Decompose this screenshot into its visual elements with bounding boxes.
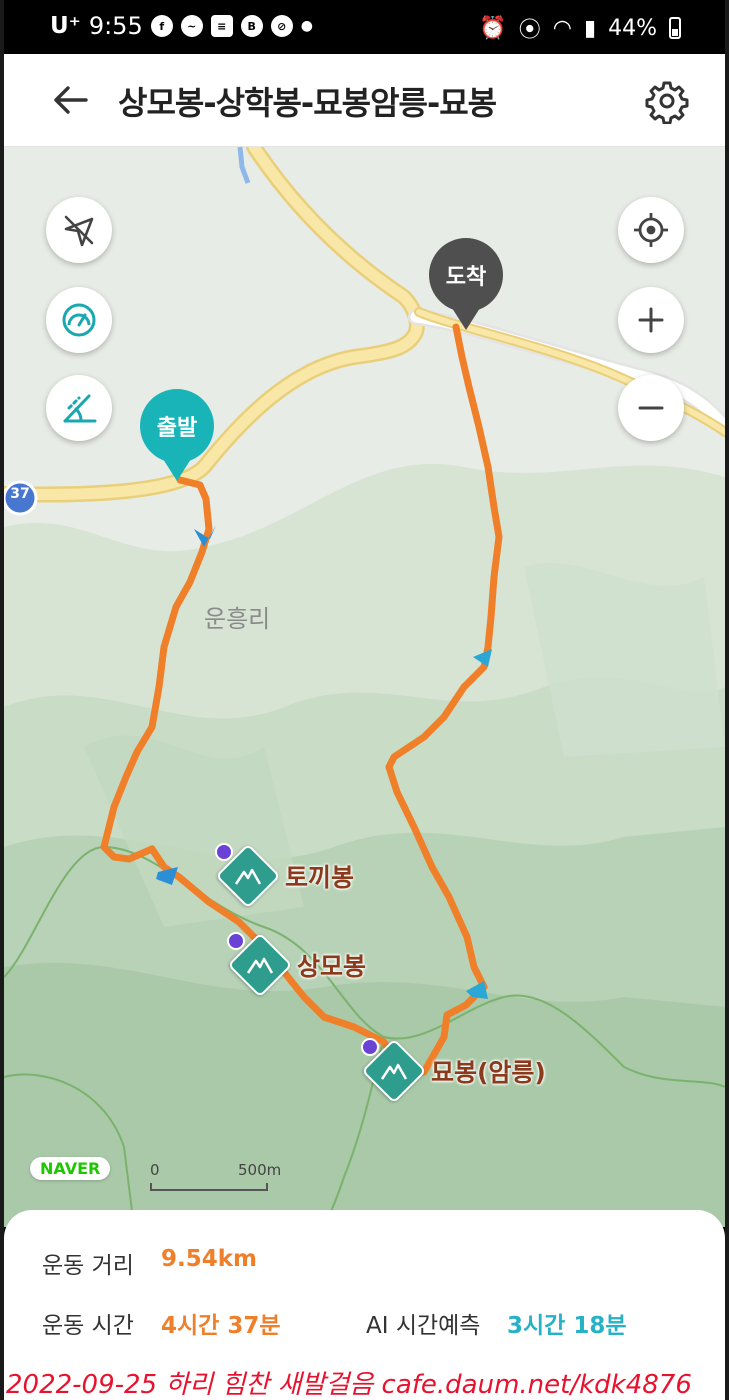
peak-marker[interactable]: 토끼봉 <box>215 843 355 909</box>
page-title: 상모봉-상학봉-묘봉암릉-묘봉 <box>118 84 497 122</box>
peak-label: 묘봉(암릉) <box>431 1058 546 1087</box>
road-shield-37: 37 <box>10 486 30 502</box>
start-label: 출발 <box>140 389 214 481</box>
peak-dot <box>215 843 233 861</box>
tracking-off-button[interactable] <box>46 197 112 263</box>
minus-icon <box>638 406 664 410</box>
facebook-icon: f <box>150 15 173 37</box>
status-right: ⏰ ⦿ ◠ ▮ 44% <box>479 12 681 44</box>
back-button[interactable] <box>48 78 92 122</box>
battery-icon <box>669 17 681 39</box>
peak-marker[interactable]: 묘봉(암릉) <box>361 1038 546 1104</box>
plus-icon <box>638 307 664 333</box>
clock: 9:55 <box>88 12 143 40</box>
start-marker[interactable]: 출발 <box>140 389 214 481</box>
end-label: 도착 <box>429 238 503 330</box>
scale-end: 500m <box>238 1161 282 1179</box>
scale-line <box>150 1183 268 1191</box>
peak-dot <box>227 932 245 950</box>
zoom-out-button[interactable] <box>618 375 684 441</box>
distance-value: 9.54km <box>161 1246 258 1272</box>
compass-off-icon <box>64 215 94 247</box>
phone-screen: U⁺ 9:55 f ~ ≡ B ⊘ ● ⏰ ⦿ ◠ ▮ 44% 상모봉-상학봉-… <box>4 0 725 1400</box>
ai-time-label: AI 시간예측 <box>366 1313 481 1339</box>
elevation-button[interactable] <box>46 375 112 441</box>
time-value: 4시간 37분 <box>161 1313 281 1339</box>
peak-label: 토끼봉 <box>285 863 355 892</box>
location-icon: ⦿ <box>518 18 541 43</box>
mute-icon: ⊘ <box>270 15 293 37</box>
map-view[interactable]: 37 출발 도착 운흥리 토끼봉 상모봉 묘봉(암릉) NAVER 0 500m <box>4 147 725 1227</box>
speedometer-icon <box>62 303 96 337</box>
peak-marker[interactable]: 상모봉 <box>227 932 367 998</box>
status-left: U⁺ 9:55 f ~ ≡ B ⊘ ● <box>50 12 313 40</box>
alarm-icon: ⏰ <box>479 15 507 41</box>
wifi-icon: ◠ <box>552 15 572 41</box>
scale-bar: 0 500m <box>150 1161 281 1191</box>
end-marker[interactable]: 도착 <box>429 238 503 330</box>
more-notifications-icon: ● <box>300 18 313 34</box>
app-header: 상모봉-상학봉-묘봉암릉-묘봉 <box>4 54 725 147</box>
notes-icon: ≡ <box>210 15 233 37</box>
watermark: 2022-09-25 하리 힘찬 새발걸음 cafe.daum.net/kdk4… <box>6 1370 692 1400</box>
carrier-label: U⁺ <box>50 13 81 39</box>
band-icon: B <box>240 15 263 37</box>
gear-icon <box>645 81 689 125</box>
arrow-left-icon <box>54 86 88 114</box>
settings-button[interactable] <box>644 78 690 125</box>
village-label: 운흥리 <box>204 605 271 633</box>
status-bar: U⁺ 9:55 f ~ ≡ B ⊘ ● ⏰ ⦿ ◠ ▮ 44% <box>4 0 725 54</box>
my-location-button[interactable] <box>618 197 684 263</box>
distance-label: 운동 거리 <box>42 1253 134 1279</box>
map-canvas <box>4 147 725 1227</box>
slope-angle-icon <box>63 394 97 423</box>
battery-percent: 44% <box>608 15 657 41</box>
signal-icon: ▮ <box>583 15 597 41</box>
scale-start: 0 <box>150 1161 160 1179</box>
speedometer-button[interactable] <box>46 287 112 353</box>
ai-time-value: 3시간 18분 <box>507 1313 627 1339</box>
peak-label: 상모봉 <box>297 952 367 981</box>
time-label: 운동 시간 <box>42 1313 134 1339</box>
messenger-icon: ~ <box>180 15 203 37</box>
naver-logo[interactable]: NAVER <box>30 1157 111 1180</box>
zoom-in-button[interactable] <box>618 287 684 353</box>
crosshair-icon <box>634 213 668 247</box>
peak-dot <box>361 1038 379 1056</box>
